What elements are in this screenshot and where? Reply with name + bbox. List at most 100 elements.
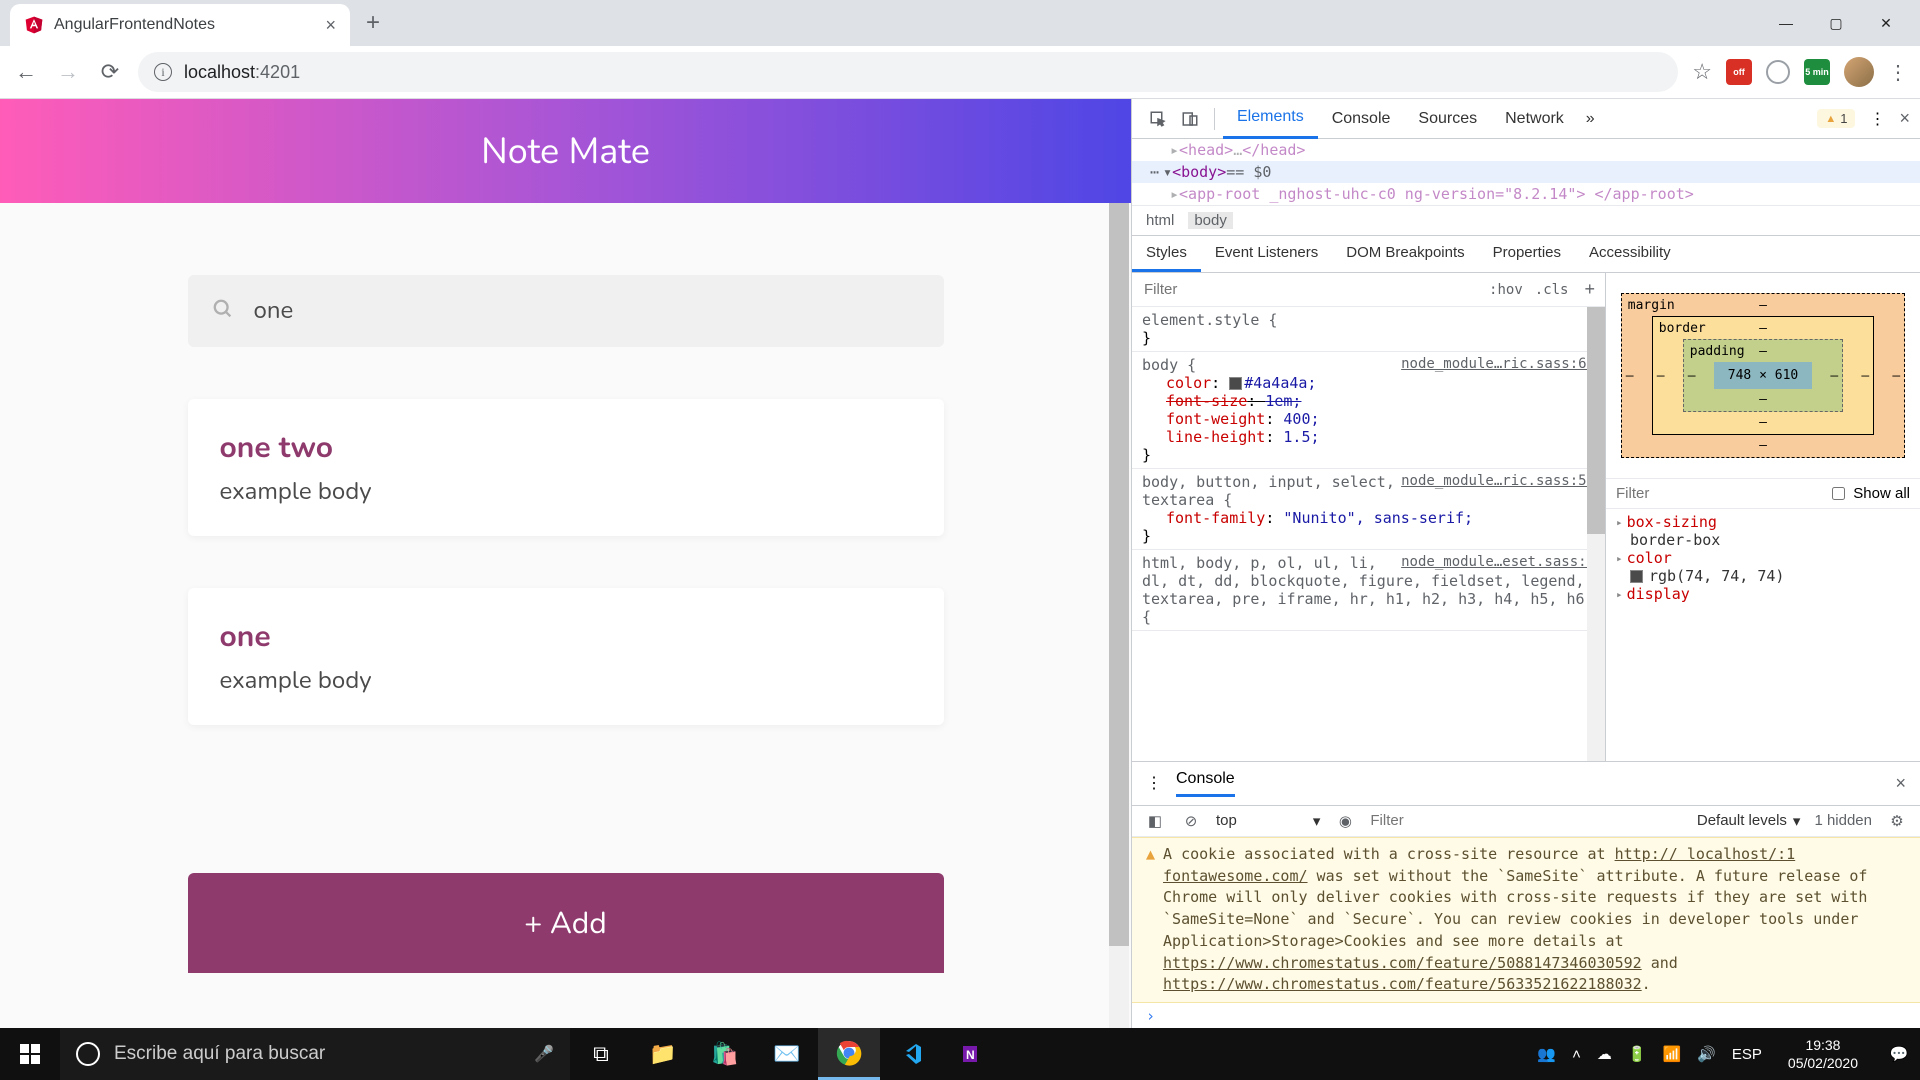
new-tab-button[interactable]: + — [366, 9, 380, 37]
styles-list[interactable]: element.style { } node_module…ric.sass:6… — [1132, 307, 1605, 761]
tray-chevron-icon[interactable]: ˄ — [1572, 1046, 1581, 1063]
add-note-button[interactable]: + Add — [188, 873, 944, 973]
start-button[interactable] — [0, 1044, 60, 1064]
close-window-icon[interactable]: ✕ — [1876, 15, 1896, 32]
hidden-count[interactable]: 1 hidden — [1814, 812, 1872, 829]
url-port: :4201 — [255, 62, 300, 82]
console-prompt[interactable]: › — [1132, 1003, 1920, 1029]
site-info-icon[interactable]: i — [154, 63, 172, 81]
maximize-icon[interactable]: ▢ — [1826, 15, 1846, 32]
mail-icon[interactable]: ✉️ — [756, 1028, 818, 1080]
console-settings-icon[interactable]: ⚙ — [1886, 812, 1908, 830]
search-input[interactable] — [254, 295, 920, 327]
cls-toggle[interactable]: .cls — [1529, 282, 1575, 298]
cortana-icon — [76, 1042, 100, 1066]
note-card[interactable]: one example body — [188, 588, 944, 725]
computed-filter-input[interactable] — [1616, 485, 1824, 502]
console-sidebar-icon[interactable]: ◧ — [1144, 812, 1166, 830]
taskbar-search[interactable]: Escribe aquí para buscar 🎤 — [60, 1028, 570, 1080]
browser-tab[interactable]: AngularFrontendNotes × — [10, 4, 350, 46]
app-header: Note Mate — [0, 99, 1131, 203]
bookmark-icon[interactable]: ☆ — [1692, 59, 1712, 85]
dom-breadcrumb[interactable]: html body — [1132, 205, 1920, 235]
address-bar[interactable]: i localhost:4201 — [138, 52, 1678, 92]
volume-icon[interactable]: 🔊 — [1697, 1045, 1716, 1063]
dom-body-tag: <body> — [1172, 163, 1226, 181]
tab-elements[interactable]: Elements — [1223, 99, 1318, 139]
devtools-settings-icon[interactable]: ⋮ — [1869, 109, 1885, 129]
close-tab-icon[interactable]: × — [325, 15, 336, 36]
url-host: localhost — [184, 62, 255, 82]
taskbar-search-placeholder: Escribe aquí para buscar — [114, 1043, 325, 1065]
task-view-icon[interactable]: ⧉ — [570, 1028, 632, 1080]
tab-title: AngularFrontendNotes — [54, 16, 315, 34]
warning-count-badge[interactable]: 1 — [1817, 109, 1855, 128]
console-warning-row[interactable]: ▲ A cookie associated with a cross-site … — [1132, 837, 1920, 1003]
note-card[interactable]: one two example body — [188, 399, 944, 536]
tab-sources[interactable]: Sources — [1404, 99, 1491, 139]
tab-network[interactable]: Network — [1491, 99, 1578, 139]
back-button[interactable]: ← — [12, 58, 40, 86]
windows-logo-icon — [20, 1044, 40, 1064]
people-icon[interactable]: 👥 — [1537, 1045, 1556, 1063]
new-style-rule-icon[interactable]: + — [1574, 279, 1605, 300]
browser-menu-icon[interactable]: ⋮ — [1888, 60, 1908, 85]
reload-button[interactable]: ⟳ — [96, 58, 124, 86]
subtab-accessibility[interactable]: Accessibility — [1575, 236, 1685, 272]
subtab-event-listeners[interactable]: Event Listeners — [1201, 236, 1332, 272]
elements-tree[interactable]: ▸ <head>…</head> ⋯▾ <body> == $0 ▸ <app-… — [1132, 139, 1920, 236]
box-model-diagram[interactable]: margin – – – – border – – – – padding — [1606, 273, 1920, 479]
live-expression-icon[interactable]: ◉ — [1334, 812, 1356, 830]
drawer-menu-icon[interactable]: ⋮ — [1146, 773, 1162, 793]
wifi-icon[interactable]: 📶 — [1663, 1045, 1682, 1063]
action-center-icon[interactable]: 💬 — [1884, 1045, 1914, 1063]
drawer-tab-console[interactable]: Console — [1176, 770, 1235, 797]
subtab-properties[interactable]: Properties — [1479, 236, 1575, 272]
mic-icon[interactable]: 🎤 — [534, 1044, 554, 1064]
profile-avatar[interactable] — [1844, 57, 1874, 87]
inspect-element-icon[interactable] — [1142, 110, 1174, 128]
styles-filter-input[interactable] — [1132, 281, 1483, 298]
battery-icon[interactable]: 🔋 — [1628, 1045, 1647, 1063]
styles-scrollbar[interactable] — [1587, 307, 1605, 761]
microsoft-store-icon[interactable]: 🛍️ — [694, 1028, 756, 1080]
opera-extension-icon[interactable] — [1766, 60, 1790, 84]
file-explorer-icon[interactable]: 📁 — [632, 1028, 694, 1080]
vscode-icon[interactable] — [880, 1028, 942, 1080]
extension-green-badge[interactable]: 5 min — [1804, 59, 1830, 85]
show-all-checkbox[interactable] — [1832, 487, 1845, 500]
console-filter-input[interactable] — [1370, 812, 1682, 829]
warning-icon: ▲ — [1146, 844, 1155, 996]
drawer-close-icon[interactable]: × — [1895, 773, 1906, 794]
hov-toggle[interactable]: :hov — [1483, 282, 1529, 298]
chrome-icon[interactable] — [818, 1028, 880, 1080]
extension-off-badge[interactable]: off — [1726, 59, 1752, 85]
page-scrollbar[interactable] — [1109, 203, 1129, 1029]
taskbar-clock[interactable]: 19:38 05/02/2020 — [1778, 1036, 1868, 1072]
console-context-select[interactable]: top▾ — [1216, 812, 1320, 830]
tabs-overflow-icon[interactable]: » — [1586, 110, 1595, 128]
onenote-icon[interactable]: N — [942, 1028, 1004, 1080]
windows-taskbar[interactable]: Escribe aquí para buscar 🎤 ⧉ 📁 🛍️ ✉️ N 👥… — [0, 1028, 1920, 1080]
computed-properties[interactable]: ▸box-sizing border-box ▸color rgb(74, 74… — [1606, 509, 1920, 607]
subtab-styles[interactable]: Styles — [1132, 236, 1201, 272]
minimize-icon[interactable]: ― — [1776, 15, 1796, 32]
note-title: one — [220, 616, 912, 657]
onedrive-icon[interactable]: ☁ — [1597, 1045, 1612, 1063]
language-indicator[interactable]: ESP — [1732, 1046, 1762, 1063]
note-title: one two — [220, 427, 912, 468]
log-levels-select[interactable]: Default levels ▾ — [1697, 812, 1801, 830]
search-box[interactable] — [188, 275, 944, 347]
svg-text:N: N — [966, 1048, 975, 1062]
app-viewport: Note Mate one two example body one examp… — [0, 99, 1131, 1029]
angular-icon — [24, 15, 44, 35]
devtools-close-icon[interactable]: × — [1899, 108, 1910, 129]
show-all-label: Show all — [1853, 485, 1910, 502]
clear-console-icon[interactable]: ⊘ — [1180, 812, 1202, 830]
subtab-dom-breakpoints[interactable]: DOM Breakpoints — [1332, 236, 1478, 272]
forward-button[interactable]: → — [54, 58, 82, 86]
app-title: Note Mate — [481, 127, 650, 176]
note-body: example body — [220, 476, 912, 508]
device-toolbar-icon[interactable] — [1174, 110, 1206, 128]
tab-console[interactable]: Console — [1318, 99, 1405, 139]
